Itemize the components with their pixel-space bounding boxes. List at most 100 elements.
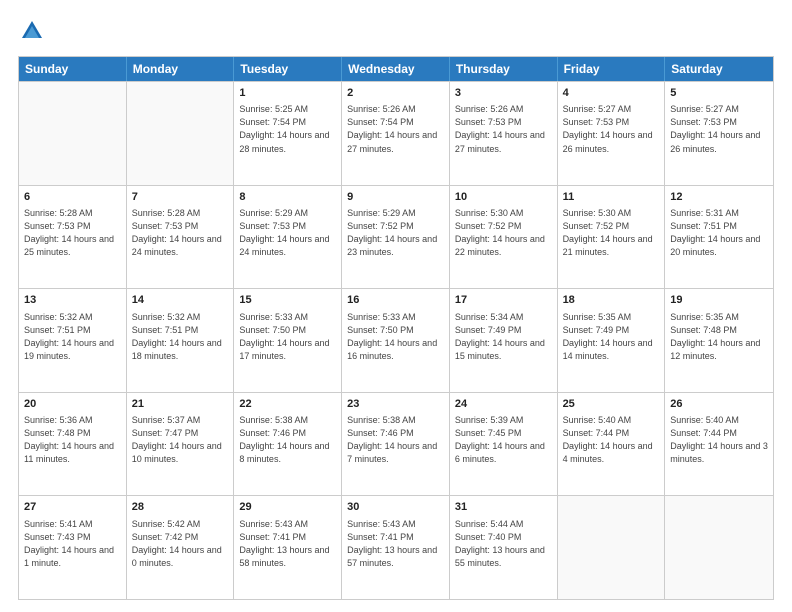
weekday-header-thursday: Thursday (450, 57, 558, 81)
day-info: Sunrise: 5:42 AMSunset: 7:42 PMDaylight:… (132, 518, 229, 570)
calendar-empty-cell (127, 82, 235, 185)
day-number: 31 (455, 500, 552, 515)
day-info: Sunrise: 5:40 AMSunset: 7:44 PMDaylight:… (670, 414, 768, 466)
day-info: Sunrise: 5:25 AMSunset: 7:54 PMDaylight:… (239, 103, 336, 155)
day-info: Sunrise: 5:27 AMSunset: 7:53 PMDaylight:… (563, 103, 660, 155)
day-number: 11 (563, 190, 660, 205)
day-number: 13 (24, 293, 121, 308)
day-number: 27 (24, 500, 121, 515)
day-number: 26 (670, 397, 768, 412)
calendar-week-1: 1Sunrise: 5:25 AMSunset: 7:54 PMDaylight… (19, 81, 773, 185)
calendar-day-17: 17 Sunrise: 5:34 AMSunset: 7:49 PMDayligh… (450, 289, 558, 392)
day-number: 29 (239, 500, 336, 515)
day-info: Sunrise: 5:41 AMSunset: 7:43 PMDaylight:… (24, 518, 121, 570)
calendar-day-26: 26 Sunrise: 5:40 AMSunset: 7:44 PMDayligh… (665, 393, 773, 496)
day-number: 22 (239, 397, 336, 412)
calendar-day-22: 22 Sunrise: 5:38 AMSunset: 7:46 PMDayligh… (234, 393, 342, 496)
day-info: Sunrise: 5:30 AMSunset: 7:52 PMDaylight:… (455, 207, 552, 259)
day-info: Sunrise: 5:37 AMSunset: 7:47 PMDaylight:… (132, 414, 229, 466)
day-number: 14 (132, 293, 229, 308)
day-number: 2 (347, 86, 444, 101)
day-number: 30 (347, 500, 444, 515)
day-number: 24 (455, 397, 552, 412)
calendar-empty-cell (19, 82, 127, 185)
calendar-day-4: 4 Sunrise: 5:27 AMSunset: 7:53 PMDaylight… (558, 82, 666, 185)
calendar-day-29: 29Sunrise: 5:43 AMSunset: 7:41 PMDayligh… (234, 496, 342, 599)
calendar-day-30: 30 Sunrise: 5:43 AMSunset: 7:41 PMDayligh… (342, 496, 450, 599)
day-info: Sunrise: 5:38 AMSunset: 7:46 PMDaylight:… (239, 414, 336, 466)
calendar: SundayMondayTuesdayWednesdayThursdayFrid… (18, 56, 774, 600)
day-number: 23 (347, 397, 444, 412)
day-number: 7 (132, 190, 229, 205)
day-info: Sunrise: 5:29 AMSunset: 7:52 PMDaylight:… (347, 207, 444, 259)
calendar-day-2: 2 Sunrise: 5:26 AMSunset: 7:54 PMDaylight… (342, 82, 450, 185)
day-info: Sunrise: 5:39 AMSunset: 7:45 PMDaylight:… (455, 414, 552, 466)
calendar-day-5: 5 Sunrise: 5:27 AMSunset: 7:53 PMDaylight… (665, 82, 773, 185)
calendar-day-25: 25 Sunrise: 5:40 AMSunset: 7:44 PMDayligh… (558, 393, 666, 496)
day-info: Sunrise: 5:38 AMSunset: 7:46 PMDaylight:… (347, 414, 444, 466)
day-number: 25 (563, 397, 660, 412)
day-number: 6 (24, 190, 121, 205)
calendar-day-23: 23 Sunrise: 5:38 AMSunset: 7:46 PMDayligh… (342, 393, 450, 496)
calendar-day-21: 21 Sunrise: 5:37 AMSunset: 7:47 PMDayligh… (127, 393, 235, 496)
calendar-body: 1Sunrise: 5:25 AMSunset: 7:54 PMDaylight… (19, 81, 773, 599)
day-number: 9 (347, 190, 444, 205)
calendar-day-6: 6 Sunrise: 5:28 AMSunset: 7:53 PMDaylight… (19, 186, 127, 289)
day-info: Sunrise: 5:29 AMSunset: 7:53 PMDaylight:… (239, 207, 336, 259)
weekday-header-wednesday: Wednesday (342, 57, 450, 81)
day-number: 20 (24, 397, 121, 412)
weekday-header-saturday: Saturday (665, 57, 773, 81)
calendar-empty-cell (558, 496, 666, 599)
calendar-week-3: 13 Sunrise: 5:32 AMSunset: 7:51 PMDayligh… (19, 288, 773, 392)
calendar-day-3: 3Sunrise: 5:26 AMSunset: 7:53 PMDaylight… (450, 82, 558, 185)
day-number: 19 (670, 293, 768, 308)
logo (18, 18, 50, 46)
calendar-empty-cell (665, 496, 773, 599)
calendar-day-11: 11 Sunrise: 5:30 AMSunset: 7:52 PMDayligh… (558, 186, 666, 289)
day-number: 4 (563, 86, 660, 101)
day-number: 12 (670, 190, 768, 205)
day-number: 5 (670, 86, 768, 101)
day-info: Sunrise: 5:30 AMSunset: 7:52 PMDaylight:… (563, 207, 660, 259)
day-info: Sunrise: 5:33 AMSunset: 7:50 PMDaylight:… (239, 311, 336, 363)
day-info: Sunrise: 5:43 AMSunset: 7:41 PMDaylight:… (347, 518, 444, 570)
calendar-day-14: 14 Sunrise: 5:32 AMSunset: 7:51 PMDayligh… (127, 289, 235, 392)
day-info: Sunrise: 5:35 AMSunset: 7:49 PMDaylight:… (563, 311, 660, 363)
calendar-day-31: 31 Sunrise: 5:44 AMSunset: 7:40 PMDayligh… (450, 496, 558, 599)
day-info: Sunrise: 5:28 AMSunset: 7:53 PMDaylight:… (24, 207, 121, 259)
calendar-day-9: 9 Sunrise: 5:29 AMSunset: 7:52 PMDaylight… (342, 186, 450, 289)
day-info: Sunrise: 5:31 AMSunset: 7:51 PMDaylight:… (670, 207, 768, 259)
calendar-day-20: 20 Sunrise: 5:36 AMSunset: 7:48 PMDayligh… (19, 393, 127, 496)
day-info: Sunrise: 5:34 AMSunset: 7:49 PMDaylight:… (455, 311, 552, 363)
calendar-week-2: 6 Sunrise: 5:28 AMSunset: 7:53 PMDaylight… (19, 185, 773, 289)
day-info: Sunrise: 5:27 AMSunset: 7:53 PMDaylight:… (670, 103, 768, 155)
calendar-week-4: 20 Sunrise: 5:36 AMSunset: 7:48 PMDayligh… (19, 392, 773, 496)
page: SundayMondayTuesdayWednesdayThursdayFrid… (0, 0, 792, 612)
day-number: 15 (239, 293, 336, 308)
calendar-day-27: 27 Sunrise: 5:41 AMSunset: 7:43 PMDayligh… (19, 496, 127, 599)
weekday-header-friday: Friday (558, 57, 666, 81)
calendar-header: SundayMondayTuesdayWednesdayThursdayFrid… (19, 57, 773, 81)
day-number: 18 (563, 293, 660, 308)
day-info: Sunrise: 5:26 AMSunset: 7:53 PMDaylight:… (455, 103, 552, 155)
calendar-day-7: 7 Sunrise: 5:28 AMSunset: 7:53 PMDaylight… (127, 186, 235, 289)
day-number: 28 (132, 500, 229, 515)
calendar-day-8: 8 Sunrise: 5:29 AMSunset: 7:53 PMDaylight… (234, 186, 342, 289)
day-info: Sunrise: 5:32 AMSunset: 7:51 PMDaylight:… (132, 311, 229, 363)
calendar-day-24: 24 Sunrise: 5:39 AMSunset: 7:45 PMDayligh… (450, 393, 558, 496)
calendar-day-10: 10Sunrise: 5:30 AMSunset: 7:52 PMDayligh… (450, 186, 558, 289)
day-info: Sunrise: 5:32 AMSunset: 7:51 PMDaylight:… (24, 311, 121, 363)
day-number: 17 (455, 293, 552, 308)
day-info: Sunrise: 5:35 AMSunset: 7:48 PMDaylight:… (670, 311, 768, 363)
day-info: Sunrise: 5:40 AMSunset: 7:44 PMDaylight:… (563, 414, 660, 466)
day-info: Sunrise: 5:26 AMSunset: 7:54 PMDaylight:… (347, 103, 444, 155)
day-number: 21 (132, 397, 229, 412)
calendar-day-16: 16Sunrise: 5:33 AMSunset: 7:50 PMDayligh… (342, 289, 450, 392)
day-info: Sunrise: 5:28 AMSunset: 7:53 PMDaylight:… (132, 207, 229, 259)
day-number: 8 (239, 190, 336, 205)
calendar-day-13: 13 Sunrise: 5:32 AMSunset: 7:51 PMDayligh… (19, 289, 127, 392)
calendar-day-19: 19 Sunrise: 5:35 AMSunset: 7:48 PMDayligh… (665, 289, 773, 392)
day-info: Sunrise: 5:44 AMSunset: 7:40 PMDaylight:… (455, 518, 552, 570)
weekday-header-monday: Monday (127, 57, 235, 81)
day-info: Sunrise: 5:36 AMSunset: 7:48 PMDaylight:… (24, 414, 121, 466)
